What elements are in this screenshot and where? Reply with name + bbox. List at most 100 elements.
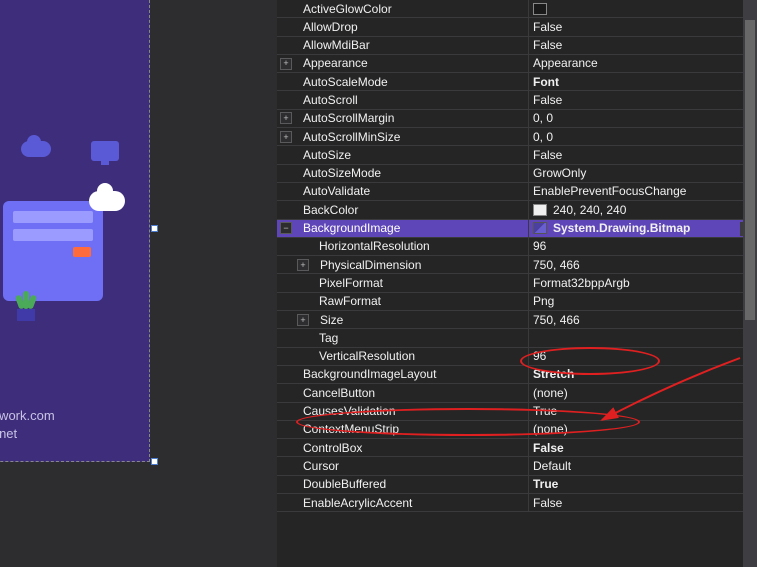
property-value-text: False (533, 146, 562, 163)
property-value[interactable]: 96 (529, 348, 757, 365)
property-value[interactable]: 96 (529, 238, 757, 255)
footer-text: mework.com de.net (0, 407, 55, 443)
property-name: VerticalResolution (311, 348, 415, 365)
property-row-allowmdibar[interactable]: AllowMdiBarFalse (277, 37, 757, 55)
property-value-text: Appearance (533, 55, 598, 72)
property-value-text: 96 (533, 238, 546, 255)
property-name: Cursor (295, 457, 339, 474)
property-value[interactable]: 750, 466 (529, 311, 757, 328)
property-row-activeglowcolor[interactable]: ActiveGlowColor (277, 0, 757, 18)
resize-handle-right[interactable] (151, 225, 158, 232)
scrollbar-thumb[interactable] (745, 20, 755, 320)
property-value[interactable]: Stretch (529, 366, 757, 383)
property-row-rawformat[interactable]: RawFormat Png (277, 293, 757, 311)
property-value[interactable]: (none) (529, 421, 757, 438)
expand-icon[interactable]: + (297, 259, 309, 271)
property-value[interactable]: False (529, 494, 757, 511)
property-value[interactable]: 240, 240, 240 (529, 201, 757, 218)
property-grid[interactable]: ActiveGlowColorAllowDropFalseAllowMdiBar… (277, 0, 757, 567)
property-row-tag[interactable]: Tag (277, 329, 757, 347)
property-value-text: 0, 0 (533, 128, 553, 145)
image-thumb-icon (533, 222, 547, 234)
property-row-verticalresolution[interactable]: VerticalResolution 96 (277, 348, 757, 366)
property-name: RawFormat (311, 293, 381, 310)
property-value[interactable]: EnablePreventFocusChange (529, 183, 757, 200)
property-row-autoscrollmargin[interactable]: +AutoScrollMargin0, 0 (277, 110, 757, 128)
form-designer-surface[interactable]: mework.com de.net (0, 0, 155, 462)
property-row-appearance[interactable]: +AppearanceAppearance (277, 55, 757, 73)
property-value[interactable]: False (529, 439, 757, 456)
property-name: BackgroundImage (295, 220, 400, 237)
property-name: BackColor (295, 201, 358, 218)
property-row-backcolor[interactable]: BackColor 240, 240, 240 (277, 201, 757, 219)
property-row-causesvalidation[interactable]: CausesValidationTrue (277, 403, 757, 421)
property-value[interactable]: Format32bppArgb (529, 274, 757, 291)
property-value-text: False (533, 37, 562, 54)
property-row-physicaldimension[interactable]: +PhysicalDimension750, 466 (277, 256, 757, 274)
property-value[interactable]: Png (529, 293, 757, 310)
property-row-autosize[interactable]: AutoSize False (277, 146, 757, 164)
property-value[interactable]: (none) (529, 384, 757, 401)
expand-icon[interactable]: + (280, 112, 292, 124)
property-value[interactable]: GrowOnly (529, 165, 757, 182)
property-value[interactable]: False (529, 18, 757, 35)
property-value[interactable]: 0, 0 (529, 128, 757, 145)
expand-icon[interactable]: − (280, 222, 292, 234)
property-row-cancelbutton[interactable]: CancelButton(none) (277, 384, 757, 402)
expand-icon[interactable]: + (280, 58, 292, 70)
property-row-autoscrollminsize[interactable]: +AutoScrollMinSize0, 0 (277, 128, 757, 146)
property-value[interactable]: System.Drawing.Bitmap (529, 220, 757, 237)
expand-icon[interactable]: + (297, 314, 309, 326)
property-row-autosizemode[interactable]: AutoSizeMode GrowOnly (277, 165, 757, 183)
property-value-text: False (533, 18, 562, 35)
property-value[interactable]: Default (529, 457, 757, 474)
property-name: AllowDrop (295, 18, 358, 35)
property-value-text: Default (533, 457, 571, 474)
property-row-size[interactable]: +Size750, 466 (277, 311, 757, 329)
property-value-text: 750, 466 (533, 256, 580, 273)
vertical-scrollbar[interactable] (743, 0, 757, 567)
property-value-text: 96 (533, 348, 546, 365)
property-name: AutoSizeMode (295, 165, 381, 182)
property-row-pixelformat[interactable]: PixelFormatFormat32bppArgb (277, 274, 757, 292)
property-value[interactable]: False (529, 146, 757, 163)
property-value[interactable]: Font (529, 73, 757, 90)
property-value[interactable]: 0, 0 (529, 110, 757, 127)
resize-handle-corner[interactable] (151, 458, 158, 465)
property-value[interactable]: False (529, 37, 757, 54)
footer-url-2: de.net (0, 425, 55, 443)
property-row-enableacrylicaccent[interactable]: EnableAcrylicAccentFalse (277, 494, 757, 512)
property-value[interactable]: True (529, 403, 757, 420)
color-swatch (533, 204, 547, 216)
property-row-allowdrop[interactable]: AllowDrop False (277, 18, 757, 36)
property-value[interactable] (529, 329, 757, 346)
property-value[interactable]: True (529, 476, 757, 493)
property-row-controlbox[interactable]: ControlBoxFalse (277, 439, 757, 457)
property-row-cursor[interactable]: Cursor Default (277, 457, 757, 475)
property-row-horizontalresolution[interactable]: HorizontalResolution 96 (277, 238, 757, 256)
property-row-contextmenustrip[interactable]: ContextMenuStrip(none) (277, 421, 757, 439)
property-value[interactable]: False (529, 91, 757, 108)
property-name: AutoScaleMode (295, 73, 388, 90)
property-value-text: EnablePreventFocusChange (533, 183, 686, 200)
form-canvas[interactable]: mework.com de.net (0, 0, 150, 462)
expand-icon[interactable]: + (280, 131, 292, 143)
property-value-text: System.Drawing.Bitmap (553, 220, 690, 237)
property-value[interactable]: Appearance (529, 55, 757, 72)
property-row-doublebuffered[interactable]: DoubleBufferedTrue (277, 476, 757, 494)
property-value-text: GrowOnly (533, 165, 586, 182)
property-value-text: Png (533, 293, 554, 310)
property-value-text: (none) (533, 421, 568, 438)
illustration (0, 141, 136, 331)
property-row-backgroundimage[interactable]: −BackgroundImage▾System.Drawing.Bitmap (277, 220, 757, 238)
property-row-backgroundimagelayout[interactable]: BackgroundImageLayout Stretch (277, 366, 757, 384)
property-row-autoscroll[interactable]: AutoScrollFalse (277, 91, 757, 109)
property-row-autovalidate[interactable]: AutoValidateEnablePreventFocusChange (277, 183, 757, 201)
property-value[interactable]: 750, 466 (529, 256, 757, 273)
property-name: AutoSize (295, 146, 351, 163)
property-row-autoscalemode[interactable]: AutoScaleMode Font (277, 73, 757, 91)
property-value[interactable] (529, 0, 757, 17)
property-value-text: (none) (533, 384, 568, 401)
property-name: BackgroundImageLayout (295, 366, 436, 383)
property-name: HorizontalResolution (311, 238, 430, 255)
